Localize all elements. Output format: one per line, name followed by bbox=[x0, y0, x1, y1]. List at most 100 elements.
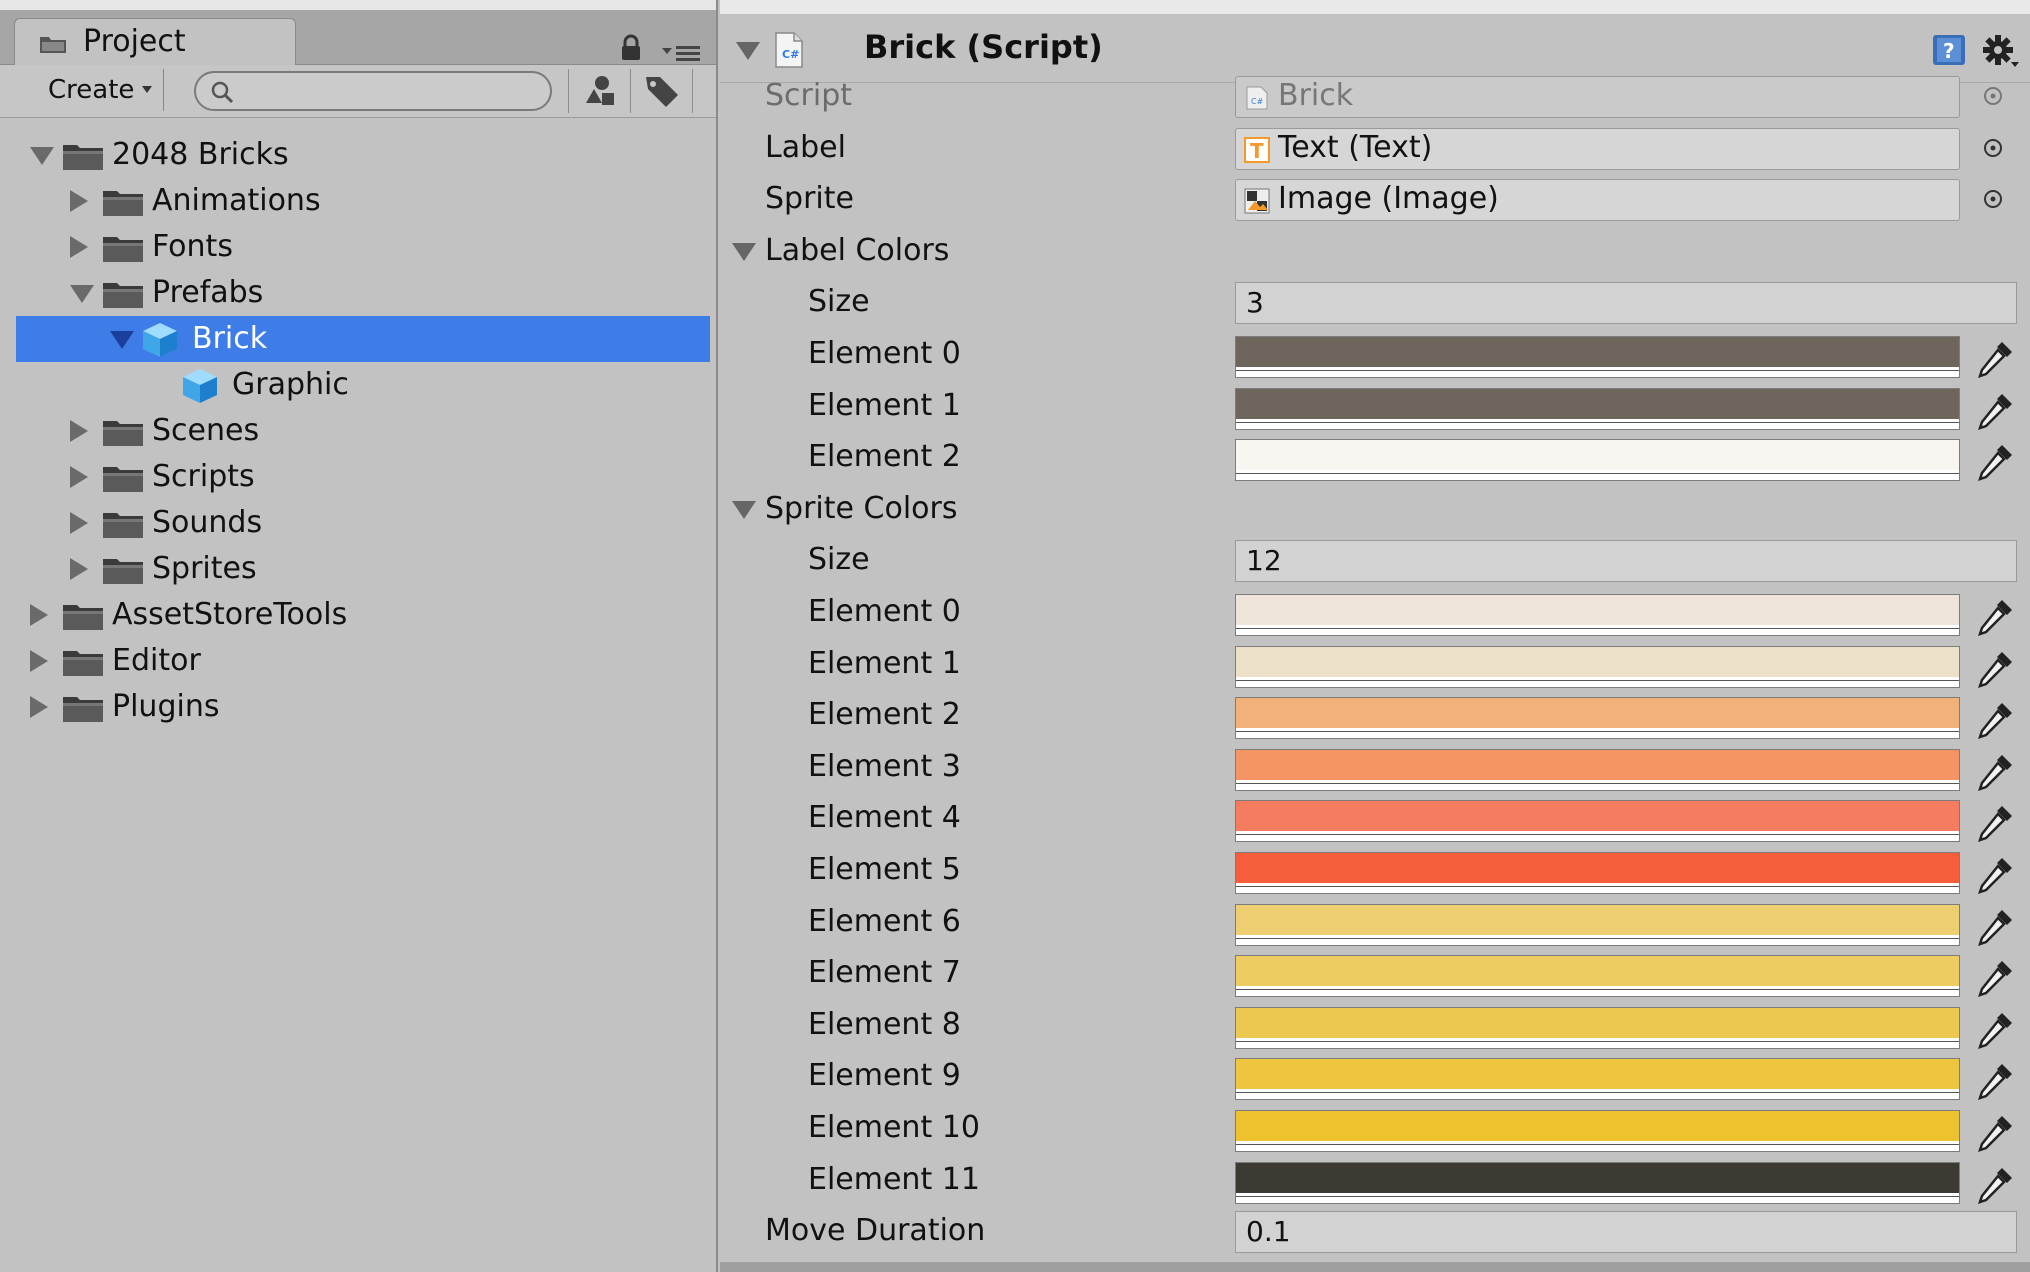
collapsed-arrow-icon[interactable] bbox=[70, 420, 88, 442]
property-label[interactable]: Label Colors bbox=[765, 233, 949, 269]
color-swatch[interactable] bbox=[1235, 800, 1960, 842]
color-swatch[interactable] bbox=[1235, 1058, 1960, 1100]
eyedropper-icon[interactable] bbox=[1972, 1110, 2018, 1156]
eyedropper-icon[interactable] bbox=[1972, 955, 2018, 1001]
color-swatch[interactable] bbox=[1235, 1007, 1960, 1049]
tree-item-sounds[interactable]: Sounds bbox=[16, 500, 710, 546]
eyedropper-icon[interactable] bbox=[1972, 1058, 2018, 1104]
property-row-script: Script C# Brick bbox=[720, 70, 2030, 122]
foldout-arrow-icon[interactable] bbox=[732, 501, 756, 519]
property-label: Element 6 bbox=[808, 904, 961, 939]
eyedropper-icon[interactable] bbox=[1972, 1162, 2018, 1208]
eyedropper-icon[interactable] bbox=[1972, 697, 2018, 743]
color-swatch[interactable] bbox=[1235, 336, 1960, 378]
collapsed-arrow-icon[interactable] bbox=[70, 236, 88, 258]
eyedropper-icon[interactable] bbox=[1972, 336, 2018, 382]
eyedropper-icon[interactable] bbox=[1972, 1007, 2018, 1053]
inspector-top-strip bbox=[720, 0, 2030, 14]
expanded-arrow-icon[interactable] bbox=[70, 285, 94, 303]
tree-item-scripts[interactable]: Scripts bbox=[16, 454, 710, 500]
collapsed-arrow-icon[interactable] bbox=[30, 604, 48, 626]
property-label[interactable]: Sprite Colors bbox=[765, 491, 957, 527]
color-swatch-fill bbox=[1236, 440, 1959, 470]
color-swatch[interactable] bbox=[1235, 1110, 1960, 1152]
tree-item-brick[interactable]: Brick bbox=[16, 316, 710, 362]
filter-by-label-icon[interactable] bbox=[642, 73, 682, 109]
window-top-strip bbox=[0, 0, 716, 10]
label-object-field[interactable]: T Text (Text) bbox=[1235, 128, 1960, 170]
tab-project[interactable]: Project bbox=[14, 18, 296, 66]
script-object-value: Brick bbox=[1278, 78, 1354, 113]
tree-item-plugins[interactable]: Plugins bbox=[16, 684, 710, 730]
sprite-object-value: Image (Image) bbox=[1278, 181, 1499, 216]
image-component-icon bbox=[1244, 188, 1270, 214]
tree-item-label: Brick bbox=[192, 321, 268, 356]
eyedropper-icon[interactable] bbox=[1972, 439, 2018, 485]
size-input[interactable]: 12 bbox=[1235, 540, 2017, 582]
property-label: Element 0 bbox=[808, 594, 961, 629]
eyedropper-icon[interactable] bbox=[1972, 852, 2018, 898]
tree-item-fonts[interactable]: Fonts bbox=[16, 224, 710, 270]
size-input[interactable]: 3 bbox=[1235, 282, 2017, 324]
color-swatch[interactable] bbox=[1235, 594, 1960, 636]
tree-item-scenes[interactable]: Scenes bbox=[16, 408, 710, 454]
eyedropper-icon[interactable] bbox=[1972, 646, 2018, 692]
color-swatch[interactable] bbox=[1235, 1162, 1960, 1204]
alpha-bar bbox=[1236, 628, 1959, 635]
eyedropper-icon[interactable] bbox=[1972, 594, 2018, 640]
property-row-element-7: Element 7 bbox=[720, 947, 2030, 999]
color-swatch[interactable] bbox=[1235, 904, 1960, 946]
search-input[interactable] bbox=[244, 75, 538, 109]
collapsed-arrow-icon[interactable] bbox=[30, 696, 48, 718]
component-foldout-arrow-icon[interactable] bbox=[736, 42, 760, 60]
object-picker-icon[interactable] bbox=[1982, 85, 2004, 107]
tree-item-editor[interactable]: Editor bbox=[16, 638, 710, 684]
tree-item-prefabs[interactable]: Prefabs bbox=[16, 270, 710, 316]
gear-icon[interactable] bbox=[1980, 32, 2020, 72]
collapsed-arrow-icon[interactable] bbox=[30, 650, 48, 672]
color-swatch[interactable] bbox=[1235, 646, 1960, 688]
color-swatch[interactable] bbox=[1235, 439, 1960, 481]
project-toolbar: Create bbox=[0, 65, 716, 118]
create-button[interactable]: Create bbox=[30, 69, 164, 111]
collapsed-arrow-icon[interactable] bbox=[70, 466, 88, 488]
expanded-arrow-icon[interactable] bbox=[30, 147, 54, 165]
tree-item-animations[interactable]: Animations bbox=[16, 178, 710, 224]
eyedropper-icon[interactable] bbox=[1972, 904, 2018, 950]
object-picker-icon[interactable] bbox=[1982, 137, 2004, 159]
alpha-bar bbox=[1236, 731, 1959, 738]
object-picker-icon[interactable] bbox=[1982, 188, 2004, 210]
collapsed-arrow-icon[interactable] bbox=[70, 558, 88, 580]
collapsed-arrow-icon[interactable] bbox=[70, 190, 88, 212]
eyedropper-icon[interactable] bbox=[1972, 749, 2018, 795]
property-row-sprite: Sprite Image (Image) bbox=[720, 173, 2030, 225]
panel-menu-icon[interactable] bbox=[660, 40, 702, 64]
tree-item-graphic[interactable]: Graphic bbox=[16, 362, 710, 408]
svg-text:?: ? bbox=[1943, 39, 1955, 63]
tree-item-assetstoretools[interactable]: AssetStoreTools bbox=[16, 592, 710, 638]
tree-item-sprites[interactable]: Sprites bbox=[16, 546, 710, 592]
eyedropper-icon[interactable] bbox=[1972, 800, 2018, 846]
sprite-object-field[interactable]: Image (Image) bbox=[1235, 179, 1960, 221]
filter-by-type-icon[interactable] bbox=[580, 73, 620, 109]
color-swatch[interactable] bbox=[1235, 852, 1960, 894]
eyedropper-icon[interactable] bbox=[1972, 388, 2018, 434]
expanded-arrow-icon[interactable] bbox=[110, 331, 134, 349]
folder-icon bbox=[103, 559, 143, 584]
color-swatch[interactable] bbox=[1235, 749, 1960, 791]
foldout-arrow-icon[interactable] bbox=[732, 243, 756, 261]
color-swatch[interactable] bbox=[1235, 388, 1960, 430]
color-swatch-fill bbox=[1236, 1059, 1959, 1089]
color-swatch[interactable] bbox=[1235, 697, 1960, 739]
collapsed-arrow-icon[interactable] bbox=[70, 512, 88, 534]
move-duration-input[interactable]: 0.1 bbox=[1235, 1211, 2017, 1253]
folder-icon bbox=[103, 237, 143, 262]
tree-item-2048-bricks[interactable]: 2048 Bricks bbox=[16, 132, 710, 178]
search-field[interactable] bbox=[194, 71, 552, 111]
help-book-icon[interactable]: ? bbox=[1930, 32, 1968, 68]
toolbar-separator bbox=[568, 69, 569, 113]
lock-icon[interactable] bbox=[620, 34, 642, 62]
color-swatch[interactable] bbox=[1235, 955, 1960, 997]
folder-icon bbox=[103, 467, 143, 492]
property-row-element-5: Element 5 bbox=[720, 844, 2030, 896]
